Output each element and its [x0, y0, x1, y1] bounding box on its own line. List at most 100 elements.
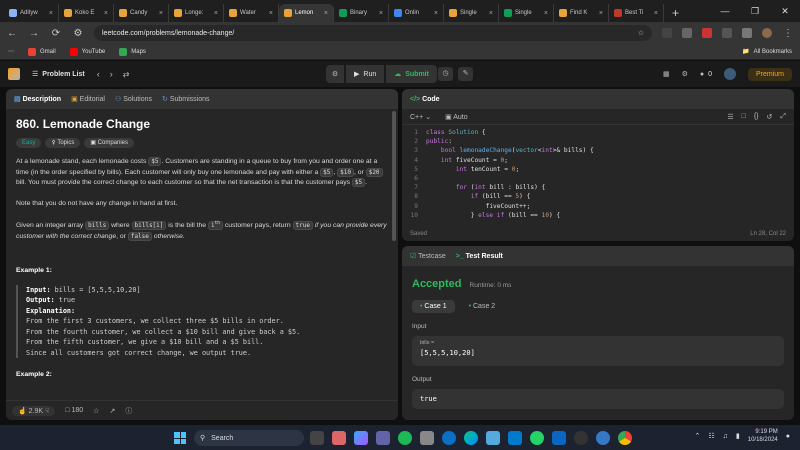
browser-tab[interactable]: Water ×: [224, 4, 279, 22]
star-icon[interactable]: ☆: [93, 407, 99, 415]
braces-icon[interactable]: {}: [754, 113, 759, 121]
tab-close-icon[interactable]: ×: [544, 10, 548, 17]
new-tab-button[interactable]: +: [664, 4, 687, 22]
tab-close-icon[interactable]: ×: [104, 10, 108, 17]
tab-testcase[interactable]: ☑ Testcase: [410, 252, 446, 260]
premium-button[interactable]: Premium: [747, 67, 792, 81]
notes-icon[interactable]: ✎: [458, 67, 473, 81]
browser-tab[interactable]: Binary ×: [334, 4, 389, 22]
extension-icon[interactable]: [682, 28, 692, 38]
topics-badge[interactable]: ⚴ Topics: [45, 137, 81, 148]
difficulty-badge[interactable]: Easy: [16, 137, 42, 148]
extensions-puzzle-icon[interactable]: [722, 28, 732, 38]
fullscreen-icon[interactable]: ⤢: [780, 113, 786, 121]
tab-editorial[interactable]: ▣ Editorial: [71, 95, 105, 103]
bookmark-icon[interactable]: □: [742, 113, 746, 121]
leetcode-logo[interactable]: [8, 68, 20, 80]
menu-icon[interactable]: ☰: [727, 113, 733, 121]
chevron-up-icon[interactable]: ⌃: [694, 432, 700, 440]
close-window-button[interactable]: ✕: [770, 6, 800, 17]
run-button[interactable]: ▶ Run: [346, 65, 385, 83]
dell-icon[interactable]: [442, 431, 456, 445]
profile-avatar[interactable]: [762, 28, 772, 38]
tab-close-icon[interactable]: ×: [49, 10, 53, 17]
bookmark-gmail[interactable]: Gmail: [28, 47, 56, 56]
tab-solutions[interactable]: ⚇ Solutions: [115, 95, 152, 103]
task-view-icon[interactable]: [310, 431, 324, 445]
minimize-button[interactable]: —: [710, 6, 740, 16]
companies-badge[interactable]: ▣ Companies: [84, 137, 135, 148]
volume-icon[interactable]: ♫: [723, 433, 728, 440]
thumbs-down-icon[interactable]: ☟: [45, 408, 49, 415]
autocomplete-toggle[interactable]: ▣ Auto: [445, 113, 468, 121]
language-select[interactable]: C++ ⌄: [410, 113, 431, 121]
scrollbar[interactable]: [392, 111, 396, 241]
taskbar-search[interactable]: ⚲ Search: [194, 430, 304, 446]
browser-tab[interactable]: Find K ×: [554, 4, 609, 22]
submit-button[interactable]: ☁ Submit: [386, 65, 437, 83]
browser-tab[interactable]: Single ×: [499, 4, 554, 22]
extension-icon[interactable]: [702, 28, 712, 38]
comments-button[interactable]: □ 180: [65, 407, 83, 414]
copilot-icon[interactable]: [354, 431, 368, 445]
bookmark-maps[interactable]: Maps: [119, 47, 146, 56]
menu-kebab-icon[interactable]: ⋮: [782, 28, 794, 39]
help-icon[interactable]: ⓘ: [125, 406, 132, 416]
edge-icon[interactable]: [464, 431, 478, 445]
spotify-icon[interactable]: [398, 431, 412, 445]
linkedin-icon[interactable]: [552, 431, 566, 445]
app-icon[interactable]: [420, 431, 434, 445]
notification-icon[interactable]: ●: [786, 433, 790, 440]
code-tab[interactable]: </> Code: [410, 96, 440, 103]
windows-start-icon[interactable]: [174, 432, 186, 444]
teams-icon[interactable]: [376, 431, 390, 445]
like-button[interactable]: ☝ 2.9K ☟: [12, 405, 56, 416]
tab-close-icon[interactable]: ×: [654, 10, 658, 17]
tab-description[interactable]: ▤ Description: [14, 95, 61, 103]
forward-icon[interactable]: →: [28, 28, 40, 39]
tab-close-icon[interactable]: ×: [269, 10, 273, 17]
app-icon[interactable]: [596, 431, 610, 445]
chrome-icon[interactable]: [618, 431, 632, 445]
problem-list-button[interactable]: ☰ Problem List: [32, 70, 85, 79]
layout-icon[interactable]: ▦: [663, 70, 670, 78]
tab-close-icon[interactable]: ×: [434, 10, 438, 17]
browser-tab[interactable]: Candy ×: [114, 4, 169, 22]
tab-close-icon[interactable]: ×: [379, 10, 383, 17]
reload-icon[interactable]: ⟳: [50, 28, 62, 39]
debug-icon[interactable]: ⚙: [326, 65, 344, 83]
settings-icon[interactable]: ⚙: [682, 70, 688, 78]
browser-tab[interactable]: Lemon ×: [279, 4, 334, 22]
next-problem-icon[interactable]: ›: [110, 69, 113, 79]
case-1-button[interactable]: • Case 1: [412, 300, 455, 313]
tab-close-icon[interactable]: ×: [489, 10, 493, 17]
browser-tab[interactable]: Best Ti ×: [609, 4, 664, 22]
tab-close-icon[interactable]: ×: [159, 10, 163, 17]
widgets-icon[interactable]: [332, 431, 346, 445]
code-editor[interactable]: 1 class Solution {2 public: 3 bool lemonade…: [402, 125, 794, 220]
wifi-icon[interactable]: ☷: [708, 432, 714, 440]
browser-tab[interactable]: Longe: ×: [169, 4, 224, 22]
clock[interactable]: 9:19 PM 10/18/2024: [748, 428, 778, 444]
url-input[interactable]: leetcode.com/problems/lemonade-change/ ☆: [94, 25, 652, 41]
browser-tab[interactable]: Adityw ×: [4, 4, 59, 22]
share-icon[interactable]: ↗: [109, 407, 115, 415]
bookmark-star-icon[interactable]: ☆: [638, 29, 644, 37]
vscode-icon[interactable]: [508, 431, 522, 445]
streak-counter[interactable]: ● 0: [700, 71, 712, 78]
bookmark-youtube[interactable]: YouTube: [69, 47, 105, 56]
app-icon[interactable]: [574, 431, 588, 445]
shuffle-icon[interactable]: ⇄: [123, 70, 130, 79]
reset-icon[interactable]: ↺: [767, 113, 773, 121]
all-bookmarks[interactable]: 📁 All Bookmarks: [742, 48, 792, 56]
prev-problem-icon[interactable]: ‹: [97, 69, 100, 79]
battery-icon[interactable]: ▮: [736, 432, 740, 440]
timer-icon[interactable]: ◷: [438, 67, 453, 81]
store-icon[interactable]: [486, 431, 500, 445]
sidebar-icon[interactable]: [742, 28, 752, 38]
apps-grid-icon[interactable]: ⋯: [8, 48, 14, 55]
browser-tab[interactable]: Koko E ×: [59, 4, 114, 22]
tab-close-icon[interactable]: ×: [214, 10, 218, 17]
restore-button[interactable]: ❐: [740, 6, 770, 17]
whatsapp-icon[interactable]: [530, 431, 544, 445]
